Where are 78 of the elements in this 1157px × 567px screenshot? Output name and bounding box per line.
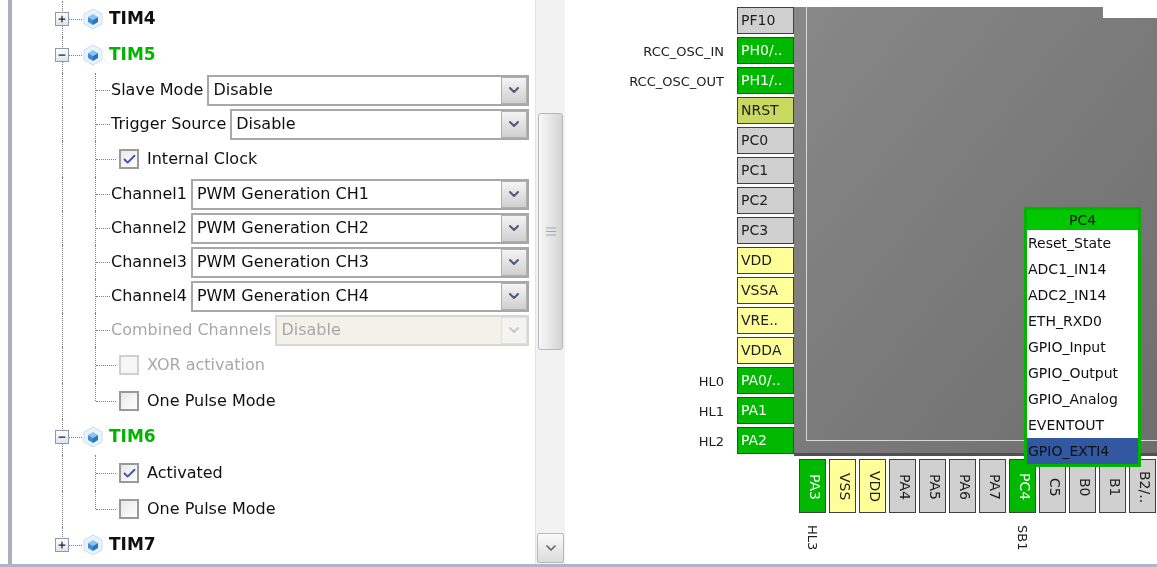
cube-icon xyxy=(83,534,103,556)
pin-signal-label: RCC_OSC_IN xyxy=(643,43,724,62)
menu-item[interactable]: ADC2_IN14 xyxy=(1027,282,1138,308)
dropdown[interactable]: PWM Generation CH4 xyxy=(190,280,530,312)
dropdown-value: PWM Generation CH2 xyxy=(195,217,370,239)
plus-icon xyxy=(57,14,67,24)
pin[interactable]: PA5 xyxy=(918,459,946,513)
expander[interactable] xyxy=(55,430,69,444)
pin[interactable]: PA7 xyxy=(978,459,1006,513)
pin[interactable]: VDDA xyxy=(737,337,794,364)
dropdown[interactable]: Disable xyxy=(230,108,530,140)
pin[interactable]: PC1 xyxy=(737,157,794,184)
expander[interactable] xyxy=(55,48,69,62)
pin[interactable]: VDD xyxy=(858,459,886,513)
pin[interactable]: VRE.. xyxy=(737,307,794,334)
dropdown[interactable]: PWM Generation CH3 xyxy=(190,246,530,278)
scrollbar[interactable] xyxy=(535,0,566,564)
cube-icon xyxy=(83,426,103,448)
field-label: Channel3 xyxy=(111,251,187,273)
tree-node-label[interactable]: TIM4 xyxy=(109,6,156,32)
pin[interactable]: PC2 xyxy=(737,187,794,214)
expander[interactable] xyxy=(55,12,69,26)
field-label: Trigger Source xyxy=(111,113,227,135)
dropdown-value: Disable xyxy=(280,319,342,341)
pin[interactable]: NRST xyxy=(737,97,794,124)
pin[interactable]: PF10 xyxy=(737,7,794,34)
pin[interactable]: B2/.. xyxy=(1128,459,1156,513)
checkbox[interactable] xyxy=(119,463,139,483)
menu-title: PC4 xyxy=(1027,210,1138,230)
checkbox-label: XOR activation xyxy=(147,354,265,376)
menu-item[interactable]: EVENTOUT xyxy=(1027,412,1138,438)
dropdown[interactable]: Disable xyxy=(207,74,530,106)
menu-item[interactable]: GPIO_Output xyxy=(1027,360,1138,386)
expander[interactable] xyxy=(55,538,69,552)
pin[interactable]: PC0 xyxy=(737,127,794,154)
dropdown[interactable]: PWM Generation CH2 xyxy=(190,212,530,244)
checkbox[interactable] xyxy=(119,149,139,169)
checkbox-label: One Pulse Mode xyxy=(147,390,276,412)
checkbox-label: Internal Clock xyxy=(147,148,258,170)
pin-signal-label: SB1 xyxy=(1013,525,1031,551)
tree-node-label[interactable]: TIM7 xyxy=(109,532,156,558)
checkbox-label: One Pulse Mode xyxy=(147,498,276,520)
pin-signal-label: HL1 xyxy=(698,403,724,422)
field-label: Combined Channels xyxy=(111,319,272,341)
pin[interactable]: PC3 xyxy=(737,217,794,244)
pin-signal-label: HL2 xyxy=(698,433,724,452)
pin[interactable]: VDD xyxy=(737,247,794,274)
dropdown-value: PWM Generation CH3 xyxy=(195,251,370,273)
dropdown[interactable]: PWM Generation CH1 xyxy=(190,178,530,210)
scroll-down-button[interactable] xyxy=(537,533,565,563)
cube-icon xyxy=(83,44,103,66)
checkbox[interactable] xyxy=(119,391,139,411)
dropdown-value: Disable xyxy=(212,79,274,101)
dropdown-value: Disable xyxy=(235,113,297,135)
menu-item[interactable]: ETH_RXD0 xyxy=(1027,308,1138,334)
menu-item[interactable]: ADC1_IN14 xyxy=(1027,256,1138,282)
menu-item[interactable]: GPIO_Input xyxy=(1027,334,1138,360)
pin-signal-label: HL0 xyxy=(698,373,724,392)
menu-item[interactable]: GPIO_Analog xyxy=(1027,386,1138,412)
field-label: Channel4 xyxy=(111,285,187,307)
pin-signal-label: RCC_OSC_OUT xyxy=(629,73,724,92)
pin-signal-label: HL3 xyxy=(803,525,821,551)
dropdown-value: PWM Generation CH1 xyxy=(195,183,370,205)
plus-icon xyxy=(57,540,67,550)
dropdown-value: PWM Generation CH4 xyxy=(195,285,370,307)
menu-item[interactable]: Reset_State xyxy=(1027,230,1138,256)
pin[interactable]: PA6 xyxy=(948,459,976,513)
cube-icon xyxy=(83,8,103,30)
field-label: Channel1 xyxy=(111,183,187,205)
pin[interactable]: VSSA xyxy=(737,277,794,304)
scrollbar-thumb[interactable] xyxy=(538,113,564,350)
pin[interactable]: VSS xyxy=(828,459,856,513)
checkbox-label: Activated xyxy=(147,462,223,484)
field-label: Channel2 xyxy=(111,217,187,239)
field-label: Slave Mode xyxy=(111,79,204,101)
checkbox[interactable] xyxy=(119,499,139,519)
pin[interactable]: PA4 xyxy=(888,459,916,513)
grip-icon xyxy=(545,227,556,236)
